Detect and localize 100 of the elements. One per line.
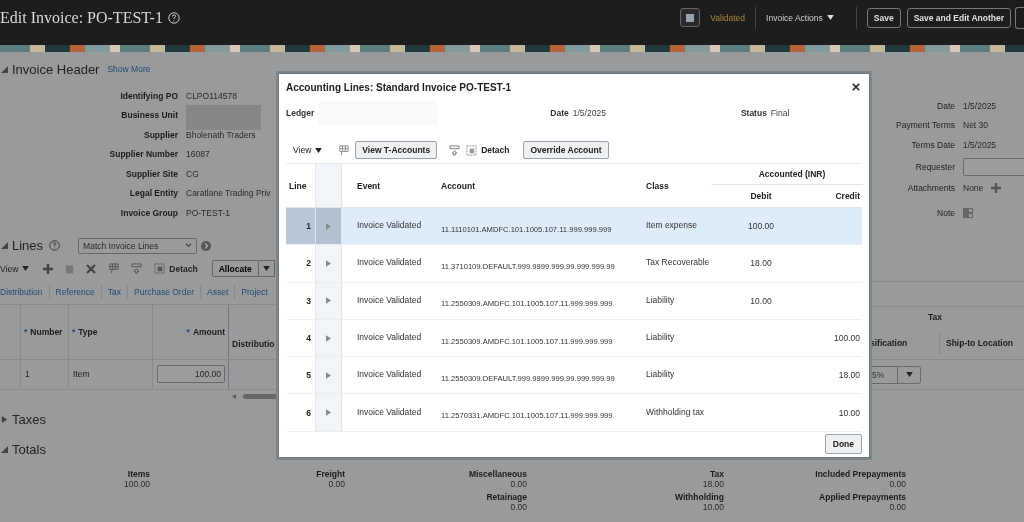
field-label: Supplier Site [125, 168, 179, 179]
collapse-triangle-icon[interactable] [1, 242, 8, 249]
column-header: Ship-to Location [939, 331, 1014, 355]
expand-triangle-icon[interactable] [326, 259, 331, 267]
filter-icon[interactable] [131, 263, 143, 274]
delete-icon[interactable] [65, 263, 75, 274]
add-icon[interactable] [43, 263, 54, 274]
done-button[interactable]: Done [824, 434, 862, 455]
field-label: Status [740, 107, 767, 118]
table-cell: Invoice Validated [357, 369, 422, 380]
column-header: Amount [192, 326, 225, 337]
total-label: Miscellaneous [468, 469, 527, 479]
required-mark: * [72, 326, 76, 337]
field-value: None [963, 183, 984, 194]
column-header: Distributio [232, 338, 275, 349]
view-menu[interactable]: View [293, 145, 323, 155]
collapse-triangle-icon[interactable] [1, 65, 8, 73]
expand-triangle-icon[interactable] [326, 409, 331, 417]
add-icon[interactable] [991, 183, 1002, 194]
allocate-dropdown-button[interactable] [258, 260, 275, 277]
expander-cell[interactable] [315, 394, 342, 431]
caret-icon [905, 372, 913, 377]
note-icon[interactable] [963, 208, 973, 218]
expand-triangle-icon[interactable] [326, 334, 331, 342]
detach-icon[interactable] [154, 263, 166, 274]
invoice-actions-menu[interactable]: Invoice Actions [760, 12, 840, 23]
column-group-header: Tax [928, 312, 943, 322]
expander-cell[interactable] [315, 282, 342, 319]
expand-triangle-icon[interactable] [326, 297, 331, 305]
view-t-accounts-button[interactable]: View T-Accounts [355, 141, 438, 159]
table-cell: Liability [646, 332, 675, 343]
table-cell: 100.00 [748, 221, 774, 232]
table-cell: Liability [646, 294, 675, 305]
expand-triangle-icon[interactable] [326, 222, 331, 230]
view-menu[interactable]: View [0, 263, 30, 274]
table-cell: Invoice Validated [357, 332, 422, 343]
field-value: 16087 [186, 149, 210, 160]
field-value: CG [186, 168, 199, 179]
panel-toggle-button[interactable] [680, 8, 701, 27]
column-header: sification [870, 338, 909, 348]
go-icon[interactable] [201, 240, 212, 251]
total-label: Items [127, 469, 150, 479]
grid-icon[interactable] [338, 144, 350, 156]
total-value: 0.00 [889, 502, 906, 512]
total-label: Freight [316, 469, 345, 479]
field-value: Net 30 [963, 120, 989, 131]
table-cell: Item expense [646, 220, 698, 231]
expander-cell[interactable] [315, 245, 342, 282]
status-text: Validated [710, 12, 746, 23]
section-title: Lines [12, 238, 44, 253]
table-cell: Invoice Validated [357, 294, 422, 305]
total-label: Withholding [674, 492, 724, 502]
field-value: Bholenath Traders [186, 129, 256, 140]
total-label: Included Prepayments [815, 469, 906, 479]
requester-field[interactable] [963, 157, 1024, 176]
column-group-header: Accounted (INR) [758, 169, 826, 179]
total-value: 18.00 [702, 479, 724, 489]
expander-cell[interactable] [315, 357, 342, 394]
detach-button[interactable]: Detach [169, 263, 198, 274]
scrollbar-thumb[interactable] [242, 393, 278, 399]
chevron-icon [185, 243, 193, 248]
required-mark: * [186, 326, 190, 337]
field-label: Legal Entity [128, 188, 179, 199]
table-cell: 10.00 [750, 295, 772, 306]
caret-icon [22, 266, 30, 271]
table-cell: Invoice Validated [357, 406, 422, 417]
field-value: Final [770, 107, 790, 118]
column-header: Type [78, 326, 98, 337]
detach-icon[interactable] [466, 144, 478, 156]
total-value: 0.00 [510, 479, 527, 489]
caret-icon [826, 15, 834, 20]
expand-triangle-icon[interactable] [1, 415, 8, 423]
table-cell: 18.00 [750, 258, 772, 269]
partial-button[interactable] [1015, 6, 1024, 29]
header-button[interactable]: Save [866, 7, 901, 28]
page-title: Edit Invoice: PO-TEST-1 [0, 8, 163, 27]
detach-button[interactable]: Detach [481, 145, 510, 155]
expander-cell[interactable] [315, 319, 342, 357]
column-header: Event [357, 180, 381, 191]
expander-cell[interactable] [315, 208, 342, 245]
expand-triangle-icon[interactable] [326, 371, 331, 379]
total-value: 10.00 [702, 502, 724, 512]
match-lines-select[interactable]: Match Invoice Lines [78, 237, 198, 254]
field-label: Payment Terms [895, 120, 955, 131]
caret-icon [315, 147, 323, 153]
required-mark: * [24, 326, 28, 337]
filter-icon[interactable] [449, 144, 461, 156]
override-account-button[interactable]: Override Account [523, 141, 609, 159]
table-cell: 10.00 [838, 407, 860, 418]
allocate-button[interactable]: Allocate [211, 260, 259, 277]
field-value: 1/5/2025 [572, 107, 606, 118]
scroll-left-icon[interactable] [232, 393, 237, 399]
field-value: Caratlane Trading Priv [186, 188, 271, 199]
remove-icon[interactable] [86, 263, 97, 274]
column-header: Debit [750, 191, 772, 201]
close-icon[interactable] [852, 83, 860, 91]
header-button[interactable]: Save and Edit Another [906, 7, 1011, 28]
grid-icon[interactable] [108, 263, 120, 274]
amount-field[interactable]: 100.00 [157, 365, 225, 383]
collapse-triangle-icon[interactable] [1, 445, 8, 453]
